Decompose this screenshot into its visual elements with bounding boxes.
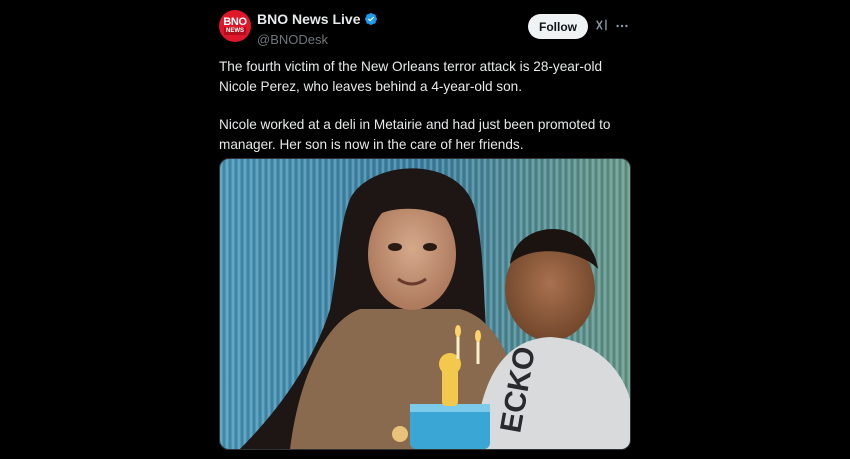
avatar[interactable]: BNO NEWS: [219, 10, 251, 42]
tweet-text: The fourth victim of the New Orleans ter…: [219, 57, 631, 154]
display-name-row[interactable]: BNO News Live: [257, 11, 378, 27]
display-name[interactable]: BNO News Live: [257, 11, 360, 27]
handle[interactable]: @BNODesk: [257, 32, 378, 47]
more-horizontal-icon[interactable]: [615, 18, 629, 34]
tweet-photo[interactable]: ECKO: [219, 158, 631, 450]
grok-icon[interactable]: [595, 18, 609, 32]
verified-badge-icon: [365, 13, 378, 25]
author-names: BNO News Live @BNODesk: [257, 11, 378, 47]
tweet-header: BNO NEWS BNO News Live @BNODesk Follow: [219, 10, 631, 50]
tweet-card: BNO NEWS BNO News Live @BNODesk Follow T…: [219, 10, 631, 450]
tweet-paragraph-1: The fourth victim of the New Orleans ter…: [219, 59, 603, 94]
avatar-logo-text: BNO: [223, 16, 247, 28]
tweet-paragraph-2: Nicole worked at a deli in Metairie and …: [219, 117, 611, 152]
photo-illustration: ECKO: [220, 159, 630, 449]
avatar-logo-subtext: NEWS: [224, 27, 246, 35]
follow-button[interactable]: Follow: [528, 14, 588, 39]
